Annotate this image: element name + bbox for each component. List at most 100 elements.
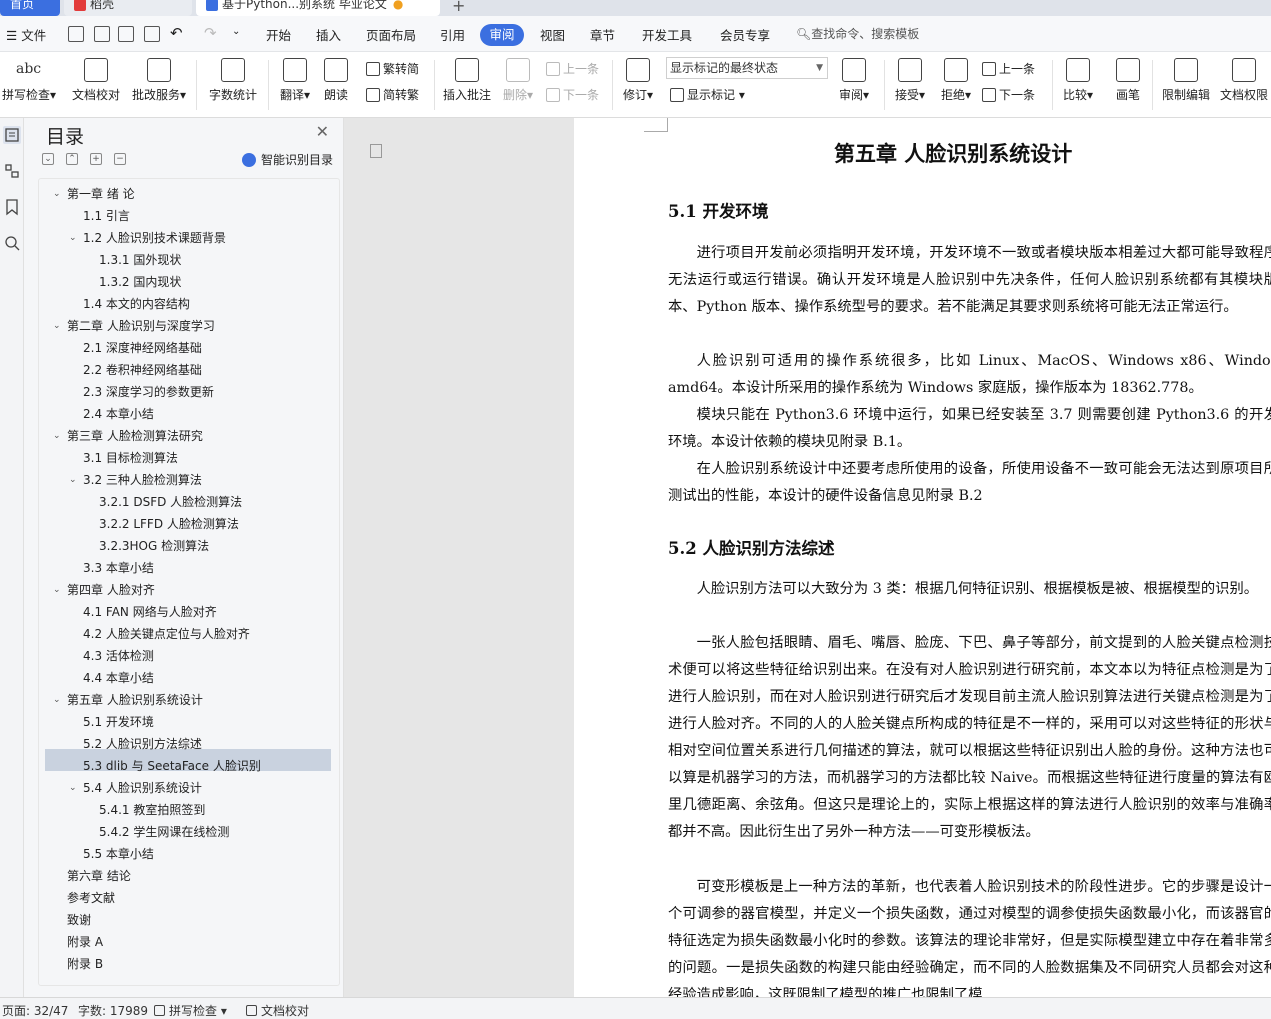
menu-start[interactable]: 开始 bbox=[266, 25, 291, 44]
expand-chevron-icon[interactable]: ⌄ bbox=[53, 579, 61, 601]
expand-chevron-icon[interactable]: ⌄ bbox=[53, 315, 61, 337]
close-icon[interactable]: ✕ bbox=[316, 122, 329, 141]
toc-item[interactable]: 3.1 目标检测算法 bbox=[83, 447, 178, 469]
menu-chapter[interactable]: 章节 bbox=[590, 25, 615, 44]
next-comment-button[interactable]: 下一条 bbox=[546, 86, 599, 103]
expand-all-icon[interactable]: ⌃ bbox=[66, 153, 78, 165]
toc-item[interactable]: 第六章 结论 bbox=[67, 865, 131, 887]
spell-check-button[interactable]: abc 拼写检查▾ bbox=[2, 56, 56, 103]
delete-comment-button[interactable]: 删除▾ bbox=[500, 56, 536, 103]
redo-icon[interactable]: ↷ bbox=[204, 24, 217, 42]
word-counter[interactable]: 字数: 17989 bbox=[78, 1002, 148, 1019]
expand-chevron-icon[interactable]: ⌄ bbox=[69, 469, 77, 491]
search-icon[interactable] bbox=[3, 234, 21, 252]
remove-heading-icon[interactable]: − bbox=[114, 153, 126, 165]
markup-state-select[interactable]: 显示标记的最终状态 ▼ bbox=[666, 57, 828, 79]
document-area[interactable]: 第五章 人脸识别系统设计 5.1 开发环境 进行项目开发前必须指明开发环境，开发… bbox=[344, 118, 1271, 997]
menu-view[interactable]: 视图 bbox=[540, 25, 565, 44]
show-markup-button[interactable]: 显示标记 ▾ bbox=[670, 86, 745, 103]
toc-item[interactable]: ⌄ 5.4 人脸识别系统设计 bbox=[69, 777, 202, 799]
restrict-edit-button[interactable]: 限制编辑 bbox=[1160, 56, 1212, 103]
trad-to-simp-button[interactable]: 繁转简 bbox=[366, 60, 419, 77]
menu-reference[interactable]: 引用 bbox=[440, 25, 465, 44]
doc-proof-button[interactable]: 文档校对 bbox=[70, 56, 122, 103]
toc-item[interactable]: 致谢 bbox=[67, 909, 91, 931]
expand-chevron-icon[interactable]: ⌄ bbox=[53, 689, 61, 711]
track-changes-button[interactable]: 修订▾ bbox=[620, 56, 656, 103]
simp-to-trad-button[interactable]: 简转繁 bbox=[366, 86, 419, 103]
toc-item[interactable]: 4.3 活体检测 bbox=[83, 645, 154, 667]
menu-review[interactable]: 审阅 bbox=[480, 24, 524, 46]
toc-panel-icon[interactable] bbox=[3, 126, 21, 144]
save-icon[interactable] bbox=[68, 26, 84, 42]
smart-toc-button[interactable]: 智能识别目录 bbox=[242, 151, 333, 168]
tab-home[interactable]: 首页 bbox=[0, 0, 60, 16]
toc-item[interactable]: 1.3.2 国内现状 bbox=[99, 271, 181, 293]
menu-insert[interactable]: 插入 bbox=[316, 25, 341, 44]
expand-chevron-icon[interactable]: ⌄ bbox=[69, 777, 77, 799]
toc-item[interactable]: 2.3 深度学习的参数更新 bbox=[83, 381, 214, 403]
command-search[interactable]: 🔍︎查找命令、搜索模板 bbox=[796, 25, 919, 42]
toc-item[interactable]: 5.1 开发环境 bbox=[83, 711, 154, 733]
toc-item[interactable]: 1.4 本文的内容结构 bbox=[83, 293, 190, 315]
nav-structure-icon[interactable] bbox=[3, 162, 21, 180]
toc-item[interactable]: ⌄ 第二章 人脸识别与深度学习 bbox=[53, 315, 215, 337]
reject-button[interactable]: 拒绝▾ bbox=[936, 56, 976, 103]
toc-item[interactable]: 5.4.1 教室拍照签到 bbox=[99, 799, 205, 821]
export-pdf-icon[interactable] bbox=[94, 26, 110, 42]
bookmark-icon[interactable] bbox=[3, 198, 21, 216]
tab-daoke[interactable]: 稻壳 bbox=[64, 0, 192, 16]
menu-member[interactable]: 会员专享 bbox=[720, 25, 770, 44]
toc-item[interactable]: 1.3.1 国外现状 bbox=[99, 249, 181, 271]
expand-chevron-icon[interactable]: ⌄ bbox=[53, 425, 61, 447]
menu-developer[interactable]: 开发工具 bbox=[642, 25, 692, 44]
toc-item[interactable]: ⌄ 第四章 人脸对齐 bbox=[53, 579, 155, 601]
toc-item[interactable]: 4.4 本章小结 bbox=[83, 667, 154, 689]
toc-item[interactable]: 3.2.1 DSFD 人脸检测算法 bbox=[99, 491, 242, 513]
toc-item[interactable]: 参考文献 bbox=[67, 887, 115, 909]
toc-item[interactable]: 4.2 人脸关键点定位与人脸对齐 bbox=[83, 623, 250, 645]
file-menu[interactable]: ☰ 文件 bbox=[6, 25, 46, 44]
collapse-all-icon[interactable]: ⌄ bbox=[42, 153, 54, 165]
translate-button[interactable]: 翻译▾ bbox=[278, 56, 312, 103]
toc-item[interactable]: 5.3 dlib 与 SeetaFace 人脸识别 bbox=[83, 755, 261, 777]
toc-item[interactable]: 附录 A bbox=[67, 931, 103, 953]
print-preview-icon[interactable] bbox=[144, 26, 160, 42]
prev-comment-button[interactable]: 上一条 bbox=[546, 60, 599, 77]
toc-item[interactable]: 5.2 人脸识别方法综述 bbox=[83, 733, 202, 755]
next-change-button[interactable]: 下一条 bbox=[982, 86, 1035, 103]
toc-item[interactable]: 3.2.3HOG 检测算法 bbox=[99, 535, 209, 557]
pen-button[interactable]: 画笔 bbox=[1110, 56, 1146, 103]
document-page[interactable]: 第五章 人脸识别系统设计 5.1 开发环境 进行项目开发前必须指明开发环境，开发… bbox=[574, 118, 1271, 997]
batch-service-button[interactable]: 批改服务▾ bbox=[130, 56, 188, 103]
toc-item[interactable]: 2.2 卷积神经网络基础 bbox=[83, 359, 202, 381]
quick-access-more-icon[interactable]: ⌄ bbox=[232, 26, 240, 37]
add-heading-icon[interactable]: + bbox=[90, 153, 102, 165]
toc-item[interactable]: 2.4 本章小结 bbox=[83, 403, 154, 425]
toc-item[interactable]: ⌄ 第三章 人脸检测算法研究 bbox=[53, 425, 203, 447]
expand-chevron-icon[interactable]: ⌄ bbox=[53, 183, 61, 205]
insert-comment-button[interactable]: 插入批注 bbox=[442, 56, 492, 103]
word-count-button[interactable]: 字数统计 bbox=[208, 56, 258, 103]
menu-page-layout[interactable]: 页面布局 bbox=[366, 25, 416, 44]
toc-item[interactable]: ⌄ 第五章 人脸识别系统设计 bbox=[53, 689, 203, 711]
toc-item[interactable]: ⌄ 3.2 三种人脸检测算法 bbox=[69, 469, 202, 491]
print-icon[interactable] bbox=[118, 26, 134, 42]
undo-icon[interactable]: ↶ bbox=[170, 24, 183, 42]
status-doc-proof[interactable]: 文档校对 bbox=[246, 1002, 309, 1019]
toc-item[interactable]: 3.3 本章小结 bbox=[83, 557, 154, 579]
review-pane-button[interactable]: 审阅▾ bbox=[834, 56, 874, 103]
toc-item[interactable]: ⌄ 1.2 人脸识别技术课题背景 bbox=[69, 227, 226, 249]
tab-document[interactable]: 基于Python...别系统 毕业论文 ● bbox=[196, 0, 440, 16]
toc-item[interactable]: 4.1 FAN 网络与人脸对齐 bbox=[83, 601, 217, 623]
doc-permission-button[interactable]: 文档权限 bbox=[1218, 56, 1270, 103]
compare-button[interactable]: 比较▾ bbox=[1058, 56, 1098, 103]
read-aloud-button[interactable]: 朗读 bbox=[322, 56, 350, 103]
toc-item[interactable]: 5.4.2 学生网课在线检测 bbox=[99, 821, 229, 843]
toc-item[interactable]: 5.5 本章小结 bbox=[83, 843, 154, 865]
toc-item[interactable]: 2.1 深度神经网络基础 bbox=[83, 337, 202, 359]
toc-item[interactable]: 附录 B bbox=[67, 953, 103, 975]
prev-change-button[interactable]: 上一条 bbox=[982, 60, 1035, 77]
toc-item[interactable]: ⌄ 第一章 绪 论 bbox=[53, 183, 135, 205]
toc-item[interactable]: 1.1 引言 bbox=[83, 205, 130, 227]
